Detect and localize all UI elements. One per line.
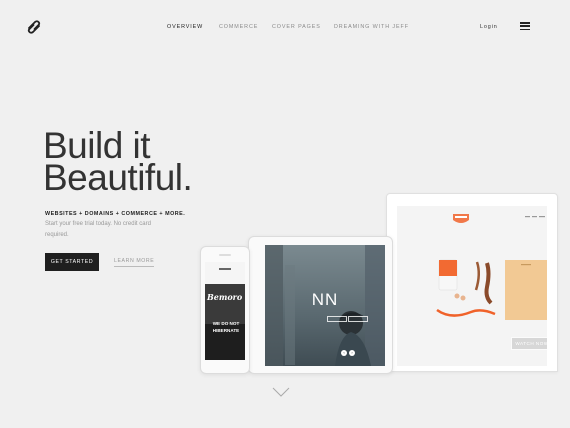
phone-speaker-icon [219,254,231,256]
phone-title: Bemoro [207,292,243,302]
phone-device: Bemoro WE DO NOT HIBERNATE [200,246,250,374]
tablet-title: NN [311,290,339,309]
nav-dreaming-with-jeff[interactable]: Dreaming with Jeff [334,24,409,30]
tablet-device: NN ‹ › [248,236,393,374]
watch-now-button[interactable]: WATCH NOW [511,337,547,350]
hero-tagline: WEBSITES + DOMAINS + COMMERCE + MORE. [45,211,186,217]
nav-overview[interactable]: Overview [167,24,203,30]
phone-screen-art [205,262,245,360]
get-started-button[interactable]: GET STARTED [45,253,99,271]
menu-hamburger-icon[interactable] [520,22,530,31]
nav-cover-pages[interactable]: Cover Pages [272,24,321,30]
login-link[interactable]: Login [480,24,498,30]
squarespace-logo-icon[interactable] [27,20,41,34]
nav-commerce[interactable]: Commerce [219,24,258,30]
top-navigation: Overview Commerce Cover Pages Dreaming w… [0,0,570,54]
tablet-screen: NN ‹ › [265,245,385,366]
phone-screen: Bemoro WE DO NOT HIBERNATE [205,262,245,360]
hero-subtext: Start your free trial today. No credit c… [45,221,151,238]
laptop-screen: WATCH NOW [397,206,547,366]
tablet-prev-icon[interactable]: ‹ [341,350,347,356]
tablet-next-icon[interactable]: › [349,350,355,356]
learn-more-link[interactable]: LEARN MORE [114,258,155,267]
laptop-device: WATCH NOW [386,193,558,372]
phone-text: WE DO NOT HIBERNATE [212,321,240,333]
scroll-down-chevron-icon[interactable] [272,384,290,397]
tablet-screen-button-right[interactable] [348,316,368,322]
tablet-screen-button-left[interactable] [327,316,347,322]
hero-headline: Build it Beautiful. [43,127,193,198]
headline-line-2: Beautiful. [43,157,193,198]
